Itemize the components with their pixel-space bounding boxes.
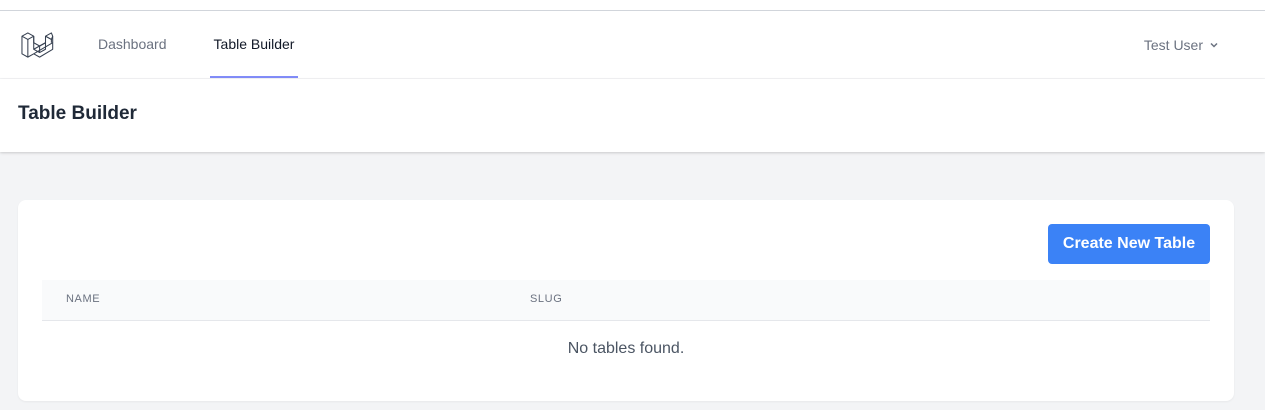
user-name: Test User	[1143, 36, 1203, 53]
nav-link-dashboard[interactable]: Dashboard	[98, 11, 167, 78]
tables-table: NAME SLUG No tables found.	[42, 280, 1210, 377]
nav-link-table-builder[interactable]: Table Builder	[210, 11, 298, 78]
column-header-name: NAME	[66, 293, 101, 305]
browser-top-strip	[0, 0, 1265, 11]
navbar: Dashboard Table Builder Test User	[0, 11, 1265, 79]
table-header: NAME SLUG	[42, 280, 1210, 321]
user-menu-dropdown[interactable]: Test User	[1144, 11, 1219, 78]
empty-state-message: No tables found.	[567, 340, 685, 357]
tables-card: Create New Table NAME SLUG No tables fou…	[18, 200, 1234, 401]
page-title: Table Builder	[18, 103, 137, 124]
column-header-slug: SLUG	[530, 293, 563, 305]
laravel-logo-icon[interactable]	[20, 29, 54, 63]
chevron-down-icon	[1210, 42, 1218, 48]
create-new-table-button[interactable]: Create New Table	[1048, 224, 1210, 264]
page-header: Table Builder	[0, 79, 1265, 152]
